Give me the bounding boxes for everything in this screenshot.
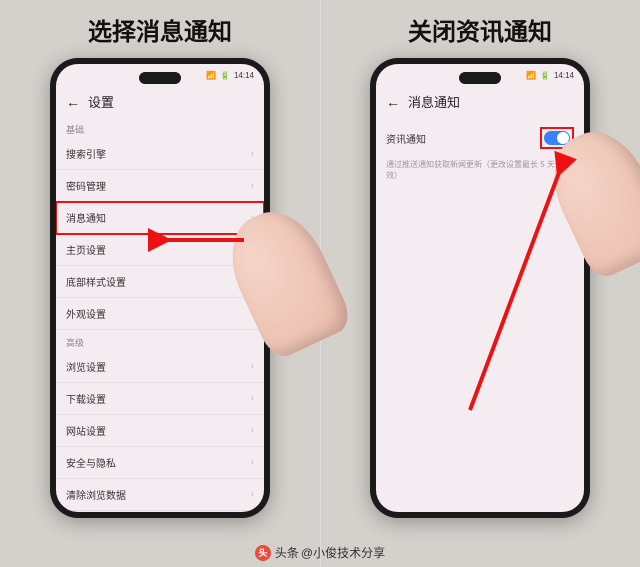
toutiao-icon: 头 bbox=[255, 545, 271, 561]
right-screen: 📶 🔋 14:14 ← 消息通知 资讯通知 通过推送通知获取新闻更新（更改设置最… bbox=[376, 64, 584, 512]
toggle-row[interactable]: 资讯通知 bbox=[376, 117, 584, 159]
page-header: ← 消息通知 bbox=[376, 86, 584, 117]
right-panel: 关闭资讯通知 📶 🔋 14:14 ← 消息通知 资讯通知 通过推送通知获取新闻更… bbox=[320, 0, 640, 567]
settings-row[interactable]: 清除浏览数据 › bbox=[56, 479, 264, 511]
signal-icon: 📶 bbox=[206, 71, 216, 80]
settings-row[interactable]: 消息通知› bbox=[56, 202, 264, 234]
right-caption: 关闭资讯通知 bbox=[320, 12, 640, 47]
settings-row[interactable]: 外观设置› bbox=[56, 298, 264, 330]
footer-brand: 头条 bbox=[275, 544, 299, 561]
toggle-label: 资讯通知 bbox=[386, 131, 426, 146]
settings-row[interactable]: 网站设置 › bbox=[56, 415, 264, 447]
page-title: 设置 bbox=[88, 92, 114, 111]
footer-author: @小俊技术分享 bbox=[301, 544, 385, 561]
right-phone: 📶 🔋 14:14 ← 消息通知 资讯通知 通过推送通知获取新闻更新（更改设置最… bbox=[370, 58, 590, 518]
chevron-right-icon: › bbox=[251, 393, 254, 404]
back-icon[interactable]: ← bbox=[386, 94, 400, 110]
settings-row[interactable]: 停止服务› bbox=[56, 511, 264, 512]
row-label: 外观设置 bbox=[66, 306, 106, 321]
row-label: 搜索引擎 bbox=[66, 146, 106, 161]
section-label: 基础 bbox=[56, 117, 264, 138]
page-title: 消息通知 bbox=[408, 92, 460, 111]
row-label: 清除浏览数据 bbox=[66, 487, 126, 502]
settings-row[interactable]: 密码管理 › bbox=[56, 170, 264, 202]
footer: 头 头条 @小俊技术分享 bbox=[0, 544, 640, 561]
left-caption: 选择消息通知 bbox=[0, 12, 320, 47]
row-label: 网站设置 bbox=[66, 423, 106, 438]
chevron-right-icon: › bbox=[251, 180, 254, 191]
clock: 14:14 bbox=[554, 71, 574, 80]
chevron-right-icon: › bbox=[251, 425, 254, 436]
camera-notch bbox=[459, 72, 501, 84]
battery-icon: 🔋 bbox=[220, 71, 230, 80]
chevron-right-icon: › bbox=[251, 489, 254, 500]
settings-row[interactable]: 安全与隐私 › bbox=[56, 447, 264, 479]
page-header: ← 设置 bbox=[56, 86, 264, 117]
row-label: 安全与隐私 bbox=[66, 455, 116, 470]
battery-icon: 🔋 bbox=[540, 71, 550, 80]
settings-row[interactable]: 下载设置 › bbox=[56, 383, 264, 415]
settings-row[interactable]: 底部样式设置› bbox=[56, 266, 264, 298]
row-label: 主页设置 bbox=[66, 242, 106, 257]
settings-row[interactable]: 浏览设置 › bbox=[56, 351, 264, 383]
signal-icon: 📶 bbox=[526, 71, 536, 80]
row-label: 消息通知 bbox=[66, 210, 106, 225]
camera-notch bbox=[139, 72, 181, 84]
row-label: 密码管理 bbox=[66, 178, 106, 193]
row-label: 下载设置 bbox=[66, 391, 106, 406]
chevron-right-icon: › bbox=[251, 457, 254, 468]
row-label: 底部样式设置 bbox=[66, 274, 126, 289]
row-label: 浏览设置 bbox=[66, 359, 106, 374]
left-screen: 📶 🔋 14:14 ← 设置 基础 搜索引擎›密码管理›消息通知›主页设置›底部… bbox=[56, 64, 264, 512]
chevron-right-icon: › bbox=[251, 361, 254, 372]
toggle-desc: 通过推送通知获取新闻更新（更改设置最长 5 天生效） bbox=[376, 159, 584, 181]
back-icon[interactable]: ← bbox=[66, 94, 80, 110]
left-phone: 📶 🔋 14:14 ← 设置 基础 搜索引擎›密码管理›消息通知›主页设置›底部… bbox=[50, 58, 270, 518]
stage: 选择消息通知 📶 🔋 14:14 ← 设置 基础 搜索引擎›密码管理›消息通知›… bbox=[0, 0, 640, 567]
section-label: 高级 bbox=[56, 330, 264, 351]
clock: 14:14 bbox=[234, 71, 254, 80]
settings-row[interactable]: 搜索引擎 › bbox=[56, 138, 264, 170]
left-panel: 选择消息通知 📶 🔋 14:14 ← 设置 基础 搜索引擎›密码管理›消息通知›… bbox=[0, 0, 320, 567]
chevron-right-icon: › bbox=[251, 148, 254, 159]
